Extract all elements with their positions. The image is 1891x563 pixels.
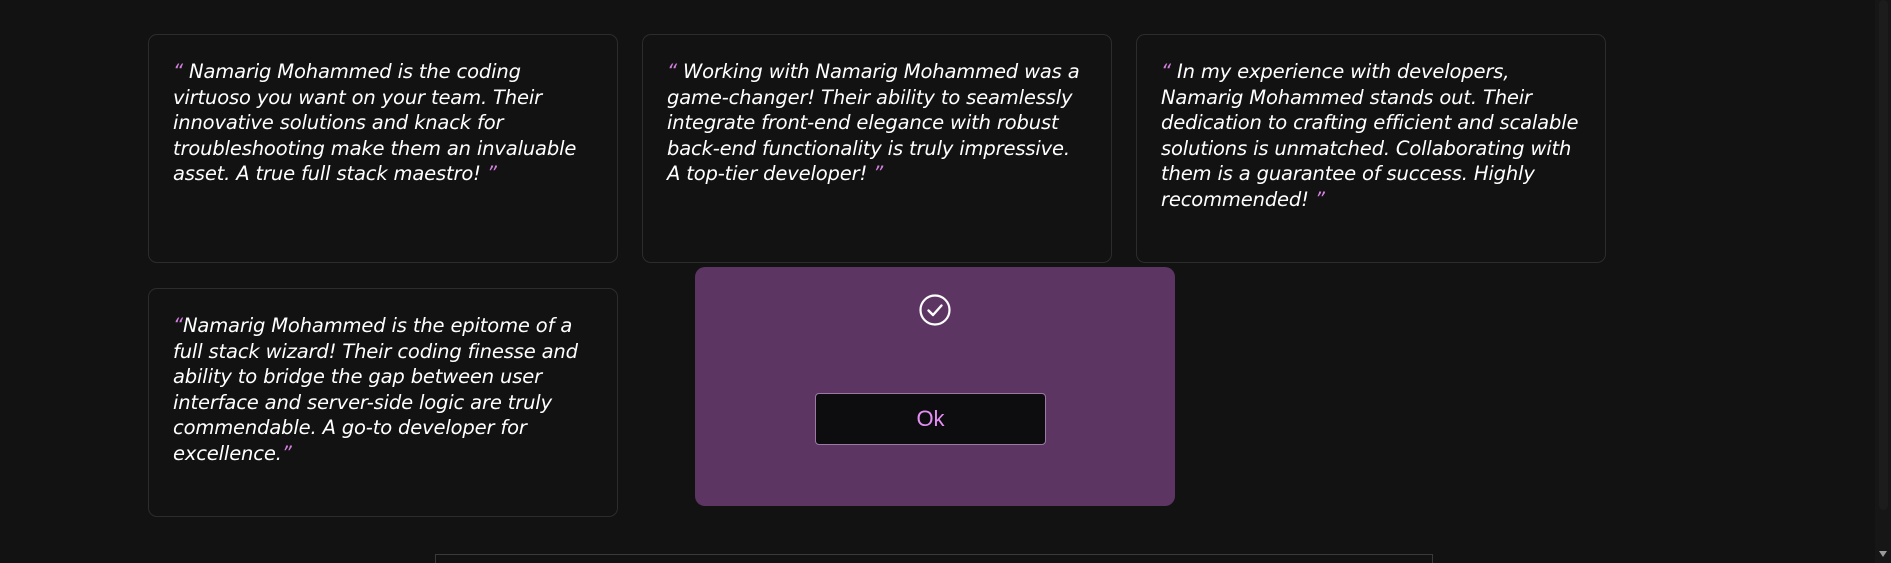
testimonial-text: “ Working with Namarig Mohammed was a ga…: [667, 59, 1087, 187]
testimonial-body: Namarig Mohammed is the epitome of a ful…: [173, 314, 578, 465]
testimonial-body: In my experience with developers, Namari…: [1161, 60, 1579, 211]
success-dialog: Ok: [695, 267, 1175, 506]
close-quote-mark: ”: [1308, 187, 1325, 211]
open-quote-mark: “: [173, 60, 190, 83]
vertical-scrollbar[interactable]: [1875, 0, 1891, 563]
check-circle-icon: [919, 294, 951, 326]
content-section-edge: [435, 554, 1433, 563]
close-quote-mark: ”: [281, 441, 292, 465]
open-quote-mark: “: [1161, 60, 1178, 83]
testimonial-text: “ In my experience with developers, Nama…: [1161, 59, 1581, 212]
testimonial-text: “Namarig Mohammed is the epitome of a fu…: [173, 313, 593, 466]
ok-button[interactable]: Ok: [815, 393, 1046, 445]
page: “ Namarig Mohammed is the coding virtuos…: [0, 0, 1891, 563]
open-quote-mark: “: [173, 314, 183, 337]
testimonial-card: “Namarig Mohammed is the epitome of a fu…: [148, 288, 618, 517]
testimonial-card: “ In my experience with developers, Nama…: [1136, 34, 1606, 263]
close-quote-mark: ”: [480, 162, 497, 185]
testimonial-text: “ Namarig Mohammed is the coding virtuos…: [173, 59, 593, 187]
testimonial-card: “ Namarig Mohammed is the coding virtuos…: [148, 34, 618, 263]
testimonial-body: Namarig Mohammed is the coding virtuoso …: [173, 60, 577, 185]
scroll-down-arrow-icon[interactable]: [1879, 551, 1887, 557]
scrollbar-thumb[interactable]: [1879, 0, 1888, 510]
close-quote-mark: ”: [867, 162, 884, 185]
testimonial-card: “ Working with Namarig Mohammed was a ga…: [642, 34, 1112, 263]
open-quote-mark: “: [667, 60, 684, 83]
